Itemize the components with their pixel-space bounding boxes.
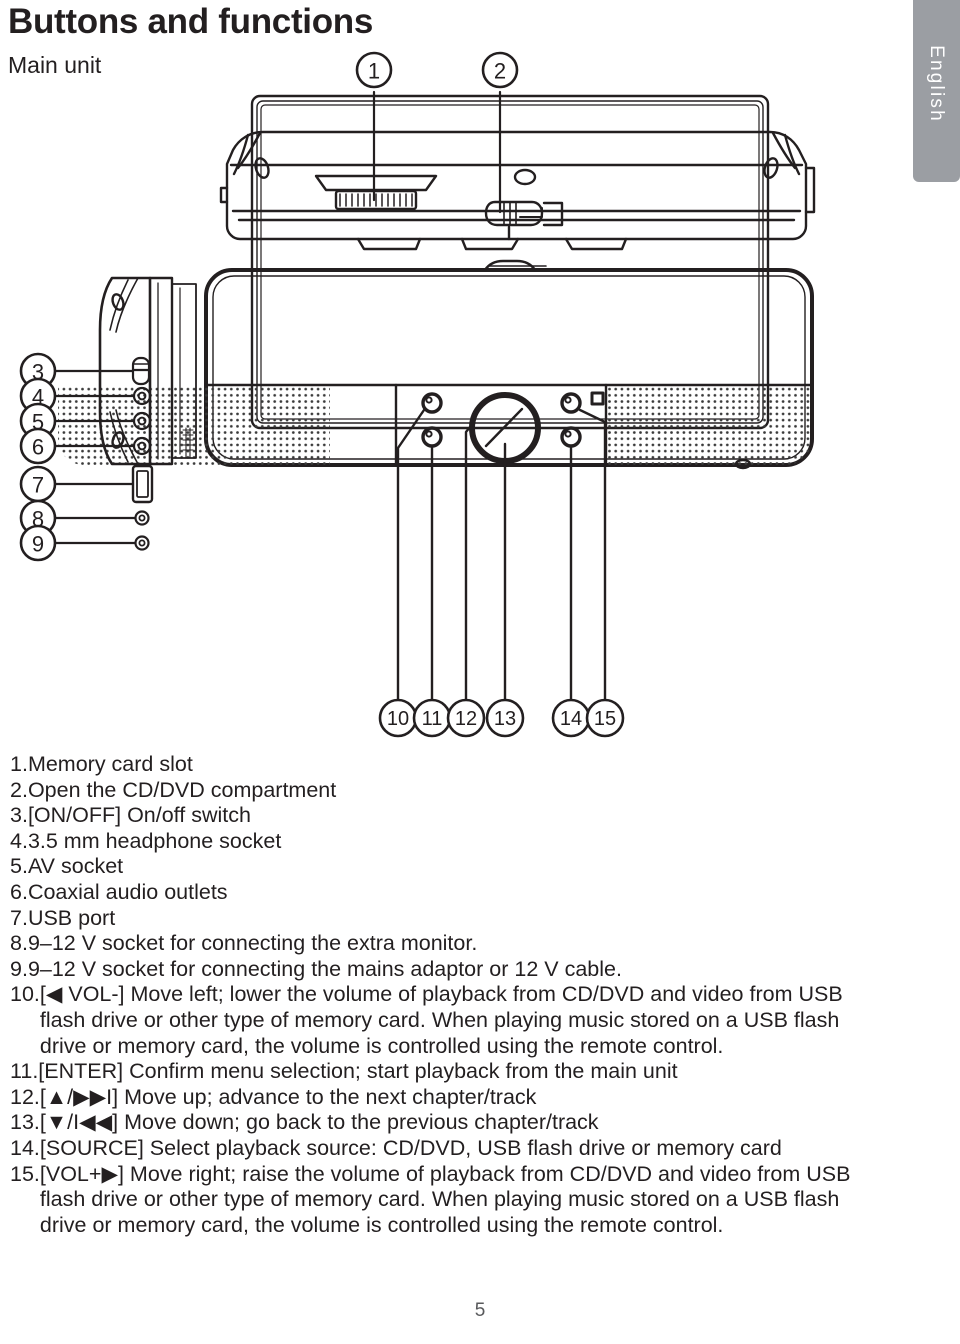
instruction-number: 9. (10, 956, 28, 981)
instruction-number: 14. (10, 1135, 40, 1160)
callout-10: 10 (378, 698, 418, 738)
instruction-text: 9–12 V socket for connecting the mains a… (27, 956, 622, 981)
instruction-item: 12. [▲/▶▶I] Move up; advance to the next … (10, 1085, 890, 1111)
instruction-number: 1. (10, 752, 28, 776)
page-title: Buttons and functions (8, 2, 374, 41)
instruction-text: [ON/OFF] On/off switch (27, 803, 251, 828)
callout-1-label: 1 (368, 59, 380, 84)
instruction-item: 5. AV socket (10, 854, 890, 880)
instruction-text: [▲/▶▶I] Move up; advance to the next cha… (39, 1084, 537, 1109)
instruction-number: 15. (10, 1161, 40, 1186)
instruction-number: 3. (10, 803, 28, 828)
instruction-item: 8. 9–12 V socket for connecting the extra… (10, 931, 890, 957)
instruction-item: 11. [ENTER] Confirm menu selection; start… (10, 1059, 890, 1085)
instruction-text: Open the CD/DVD compartment (27, 777, 337, 802)
instruction-text: Coaxial audio outlets (27, 879, 228, 904)
instruction-text: AV socket (27, 854, 124, 879)
callout-7: 7 (19, 465, 57, 503)
callout-6: 6 (19, 427, 57, 465)
instruction-item: 14. [SOURCE] Select playback source: CD/D… (10, 1136, 890, 1162)
callout-13-label: 13 (494, 708, 516, 730)
callout-9: 9 (19, 524, 57, 562)
instruction-item: 3. [ON/OFF] On/off switch (10, 803, 890, 829)
instruction-item: 15. [VOL+▶] Move right; raise the volume … (10, 1162, 890, 1239)
instruction-text: 3.5 mm headphone socket (27, 828, 282, 853)
instruction-text: [ENTER] Confirm menu selection; start pl… (38, 1059, 678, 1084)
instruction-number: 11. (10, 1059, 39, 1084)
instruction-number: 8. (10, 931, 28, 956)
callout-12-label: 12 (455, 708, 477, 730)
callout-15: 15 (585, 698, 625, 738)
language-tab-label: English (926, 45, 947, 123)
callout-11: 11 (412, 698, 452, 738)
instruction-number: 2. (10, 777, 28, 802)
callout-14: 14 (551, 698, 591, 738)
instruction-list: 1. Memory card slot 2. Open the CD/DVD comp… (10, 752, 890, 1238)
instruction-text: [◀ VOL-] Move left; lower the volume of … (39, 982, 843, 1058)
language-tab: English (913, 0, 960, 182)
callout-10-label: 10 (387, 708, 409, 730)
callout-11-label: 11 (422, 708, 443, 730)
callout-14-label: 14 (560, 708, 582, 730)
instruction-text: [VOL+▶] Move right; raise the volume of … (39, 1161, 851, 1237)
callout-2-label: 2 (494, 59, 506, 84)
main-unit-diagram: 1 2 3 4 5 6 7 8 9 10 11 12 13 14 15 (0, 40, 900, 740)
callout-12: 12 (446, 698, 486, 738)
instruction-item: 9. 9–12 V socket for connecting the mains… (10, 957, 890, 983)
instruction-text: [▼/I◀◀] Move down; go back to the previo… (39, 1110, 599, 1135)
instruction-item: 7. USB port (10, 906, 890, 932)
instruction-number: 7. (10, 905, 28, 930)
instruction-item: 4. 3.5 mm headphone socket (10, 829, 890, 855)
page-number: 5 (474, 1300, 486, 1321)
instruction-text: USB port (27, 905, 116, 930)
callout-9-label: 9 (32, 532, 44, 557)
callout-2: 2 (481, 51, 519, 89)
instruction-number: 12. (10, 1084, 40, 1109)
instruction-text: 9–12 V socket for connecting the extra m… (27, 931, 478, 956)
instruction-item: 2. Open the CD/DVD compartment (10, 778, 890, 804)
callout-6-label: 6 (32, 435, 44, 460)
instruction-item: 10. [◀ VOL-] Move left; lower the volume … (10, 982, 890, 1059)
instruction-item: 1. Memory card slot (10, 752, 890, 778)
instruction-number: 4. (10, 828, 28, 853)
callout-7-label: 7 (32, 473, 44, 498)
instruction-number: 10. (10, 982, 40, 1007)
instruction-number: 5. (10, 854, 28, 879)
callout-15-label: 15 (594, 708, 616, 730)
callout-1: 1 (355, 51, 393, 89)
instruction-item: 13. [▼/I◀◀] Move down; go back to the pre… (10, 1110, 890, 1136)
instruction-number: 6. (10, 879, 28, 904)
instruction-text: Memory card slot (27, 752, 193, 776)
instruction-number: 13. (10, 1110, 40, 1135)
instruction-text: [SOURCE] Select playback source: CD/DVD,… (39, 1135, 782, 1160)
callout-13: 13 (485, 698, 525, 738)
instruction-item: 6. Coaxial audio outlets (10, 880, 890, 906)
